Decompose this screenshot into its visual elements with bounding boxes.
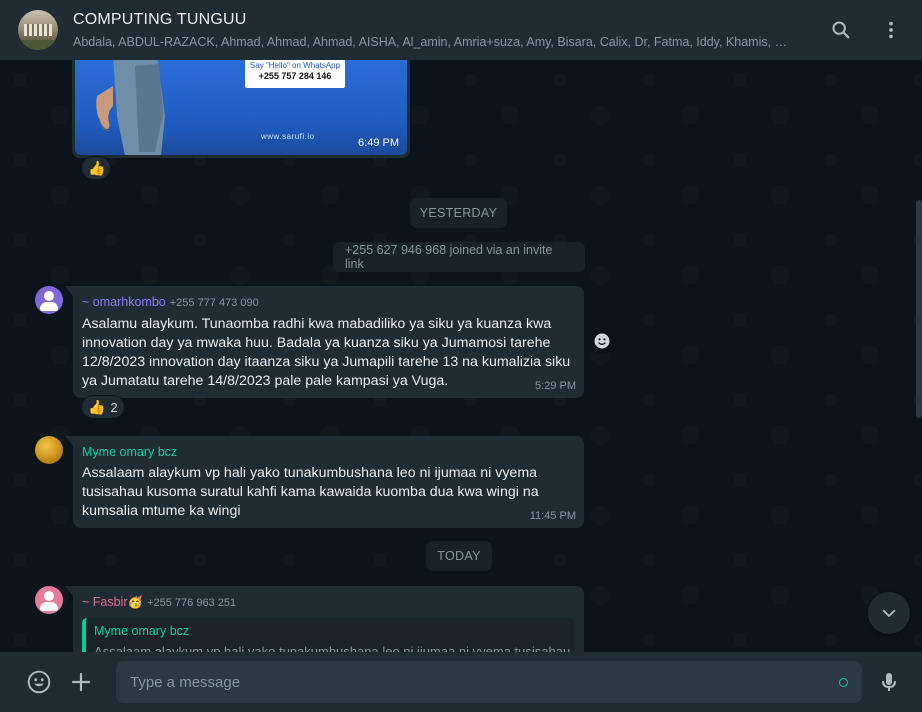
scrollbar[interactable] <box>916 200 922 418</box>
message-bubble[interactable]: Myme omary bcz Assalaam alaykum vp hali … <box>65 436 584 528</box>
chat-header[interactable]: COMPUTING TUNGUU Abdala, ABDUL-RAZACK, A… <box>0 0 922 60</box>
quoted-message[interactable]: Myme omary bcz Assalaam alaykum vp hali … <box>82 618 575 652</box>
sender-name[interactable]: ~ Fasbir🥳 <box>82 595 143 609</box>
thumbs-up-icon: 👍 <box>88 398 106 415</box>
sender-name[interactable]: Myme omary bcz <box>82 445 177 459</box>
chat-area[interactable]: Say "Hello" on WhatsApp +255 757 284 146… <box>0 60 922 652</box>
message-time: 6:49 PM <box>358 137 399 149</box>
sender-line: ~ Fasbir🥳 +255 776 963 251 <box>82 593 575 612</box>
reaction-badge[interactable]: 👍 2 <box>81 395 125 419</box>
avatar[interactable] <box>35 586 63 614</box>
date-separator-today: TODAY <box>426 541 492 571</box>
sender-name[interactable]: ~ omarhkombo <box>82 295 166 309</box>
header-actions <box>826 15 906 45</box>
status-dot-icon <box>839 677 848 687</box>
promo-card-phone: +255 757 284 146 <box>258 71 332 81</box>
quoted-sender: Myme omary bcz <box>94 624 190 638</box>
message-text: Assalaam alaykum vp hali yako tunakumbus… <box>82 465 539 519</box>
sender-line: ~ omarhkombo +255 777 473 090 <box>82 293 575 312</box>
chevron-down-icon <box>882 609 896 617</box>
message-image[interactable]: Say "Hello" on WhatsApp +255 757 284 146… <box>75 60 407 155</box>
promo-card: Say "Hello" on WhatsApp +255 757 284 146 <box>245 60 345 88</box>
avatar[interactable] <box>35 286 63 314</box>
promo-card-line: Say "Hello" on WhatsApp <box>249 61 341 70</box>
message-bubble[interactable]: ~ Fasbir🥳 +255 776 963 251 Myme omary bcz… <box>65 586 584 652</box>
message-text: Asalamu alaykum. Tunaomba radhi kwa maba… <box>82 316 571 389</box>
system-message-joined: +255 627 946 968 joined via an invite li… <box>333 242 585 272</box>
sender-line: Myme omary bcz <box>82 443 575 461</box>
thumbs-up-icon: 👍 <box>88 159 106 176</box>
quoted-text: Assalaam alaykum vp hali yako tunakumbus… <box>94 644 571 652</box>
add-reaction-button[interactable] <box>589 328 615 354</box>
plus-icon[interactable] <box>66 667 96 697</box>
header-info[interactable]: COMPUTING TUNGUU Abdala, ABDUL-RAZACK, A… <box>73 10 806 51</box>
group-title: COMPUTING TUNGUU <box>73 10 247 28</box>
group-avatar[interactable] <box>18 10 58 50</box>
message-time: 5:29 PM <box>535 380 576 392</box>
search-icon[interactable] <box>826 15 856 45</box>
smiley-icon <box>594 333 610 349</box>
reaction-count: 2 <box>110 399 118 415</box>
message-time: 11:45 PM <box>529 510 576 522</box>
emoji-icon[interactable] <box>24 667 54 697</box>
group-members: Abdala, ABDUL-RAZACK, Ahmad, Ahmad, Ahma… <box>73 34 793 49</box>
mic-icon[interactable] <box>874 667 904 697</box>
image-message[interactable]: Say "Hello" on WhatsApp +255 757 284 146… <box>72 60 410 158</box>
message-bubble[interactable]: ~ omarhkombo +255 777 473 090 Asalamu ala… <box>65 286 584 398</box>
person-illustration <box>96 60 165 155</box>
promo-site: www.sarufi.io <box>261 132 315 141</box>
menu-icon[interactable] <box>876 15 906 45</box>
avatar[interactable] <box>35 436 63 464</box>
sender-phone: +255 777 473 090 <box>169 297 259 309</box>
date-separator-yesterday: YESTERDAY <box>410 198 507 228</box>
compose-bar <box>0 652 922 712</box>
sender-phone: +255 776 963 251 <box>147 597 237 609</box>
scroll-down-button[interactable] <box>868 592 910 634</box>
message-input[interactable] <box>130 673 839 691</box>
message-input-box[interactable] <box>116 661 862 703</box>
reaction-badge[interactable]: 👍 <box>81 156 111 180</box>
